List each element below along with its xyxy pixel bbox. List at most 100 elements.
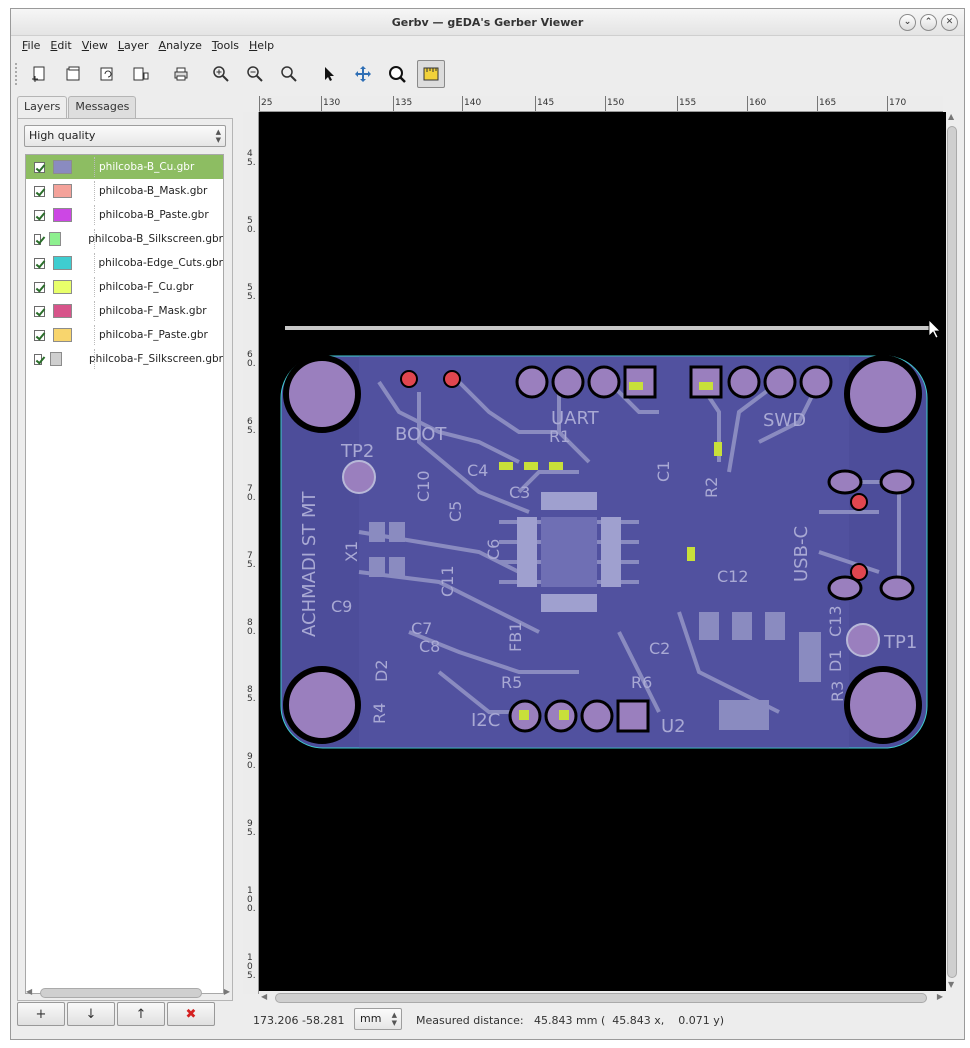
ruler-label: 5 5.	[247, 283, 256, 302]
silk-label: R3	[828, 681, 847, 702]
scroll-up-icon[interactable]: ▲	[948, 112, 954, 121]
ruler-tick	[393, 96, 394, 111]
layer-color-swatch[interactable]	[53, 184, 72, 198]
tab-layers[interactable]: Layers	[17, 96, 68, 119]
scrollbar-thumb[interactable]	[275, 993, 927, 1003]
close-button[interactable]: ✕	[941, 14, 958, 31]
menu-edit[interactable]: Edit	[45, 37, 76, 55]
silk-label: UART	[551, 408, 600, 429]
save-as-icon[interactable]	[127, 60, 155, 88]
ruler-label: 145	[537, 98, 555, 108]
layer-visible-checkbox[interactable]	[34, 353, 42, 365]
menu-analyze[interactable]: Analyze	[154, 37, 207, 55]
layer-color-swatch[interactable]	[52, 256, 72, 270]
new-project-icon[interactable]	[25, 60, 53, 88]
scroll-left-icon[interactable]: ◀	[261, 992, 267, 1001]
layer-color-swatch[interactable]	[49, 232, 62, 246]
ruler-tick	[535, 96, 536, 111]
layer-color-swatch[interactable]	[49, 352, 62, 366]
pan-tool-icon[interactable]	[349, 60, 377, 88]
silk-label: R6	[631, 673, 652, 692]
open-project-icon[interactable]	[59, 60, 87, 88]
scroll-right-icon[interactable]: ▶	[224, 987, 230, 996]
layer-list-hscrollbar[interactable]: ◀ ▶	[24, 987, 230, 999]
ruler-label: 135	[395, 98, 413, 108]
minimize-button[interactable]: ⌄	[899, 14, 916, 31]
scrollbar-thumb[interactable]	[40, 988, 202, 998]
maximize-button[interactable]: ⌃	[920, 14, 937, 31]
zoom-in-icon[interactable]	[207, 60, 235, 88]
scroll-down-icon[interactable]: ▼	[948, 980, 954, 989]
layer-color-swatch[interactable]	[53, 208, 72, 222]
layer-name: philcoba-F_Cu.gbr	[99, 281, 194, 293]
column-divider	[94, 157, 95, 177]
measured-distance: Measured distance: 45.843 mm ( 45.843 x,…	[416, 1014, 724, 1027]
silk-label: C6	[484, 539, 503, 560]
layer-row[interactable]: philcoba-B_Mask.gbr	[26, 179, 223, 203]
layer-row[interactable]: philcoba-F_Paste.gbr	[26, 323, 223, 347]
silk-label: FB1	[506, 622, 525, 652]
scroll-right-icon[interactable]: ▶	[937, 992, 943, 1001]
silk-label: USB-C	[791, 526, 812, 582]
layer-visible-checkbox[interactable]	[34, 161, 45, 173]
layer-visible-checkbox[interactable]	[34, 281, 45, 293]
ruler-label: 8 5.	[247, 685, 256, 704]
scrollbar-thumb[interactable]	[947, 126, 957, 978]
layer-row[interactable]: philcoba-Edge_Cuts.gbr	[26, 251, 223, 275]
silk-label: BOOT	[395, 424, 447, 445]
ruler-label: 1 0 0.	[247, 886, 256, 914]
layer-visible-checkbox[interactable]	[34, 209, 45, 221]
silk-label: C5	[446, 501, 465, 522]
zoom-out-icon[interactable]	[241, 60, 269, 88]
canvas-vscrollbar[interactable]: ▲ ▼	[946, 112, 958, 992]
layer-visible-checkbox[interactable]	[34, 257, 45, 269]
render-quality-select[interactable]: High quality ▲ ▼	[24, 125, 226, 147]
ruler-tick	[747, 96, 748, 111]
silk-label: D2	[372, 660, 391, 683]
silk-label: C7	[411, 619, 432, 638]
canvas-hscrollbar[interactable]: ◀ ▶	[259, 992, 943, 1004]
pointer-tool-icon[interactable]	[315, 60, 343, 88]
layer-visible-checkbox[interactable]	[34, 329, 45, 341]
silk-label: C4	[467, 461, 488, 480]
revert-icon[interactable]	[93, 60, 121, 88]
layer-color-swatch[interactable]	[53, 304, 72, 318]
menu-tools[interactable]: Tools	[207, 37, 244, 55]
tab-messages[interactable]: Messages	[68, 96, 137, 118]
ruler-label: 160	[749, 98, 767, 108]
silk-label: SWD	[763, 410, 806, 431]
silk-label: C2	[649, 639, 670, 658]
layer-row[interactable]: philcoba-B_Paste.gbr	[26, 203, 223, 227]
test-point-tp2	[342, 460, 376, 494]
drawing-canvas[interactable]: BOOT UART R1 SWD TP2 C4 C3 C1 R2 USB-C X…	[259, 112, 946, 991]
layer-visible-checkbox[interactable]	[34, 185, 45, 197]
layer-row[interactable]: philcoba-F_Cu.gbr	[26, 275, 223, 299]
menu-layer[interactable]: Layer	[113, 37, 154, 55]
layer-row[interactable]: philcoba-B_Cu.gbr	[26, 155, 223, 179]
menu-view[interactable]: View	[77, 37, 113, 55]
scroll-left-icon[interactable]: ◀	[26, 987, 32, 996]
layer-color-swatch[interactable]	[53, 328, 72, 342]
toolbar-grip[interactable]	[15, 63, 19, 85]
layer-row[interactable]: philcoba-B_Silkscreen.gbr	[26, 227, 223, 251]
print-icon[interactable]	[167, 60, 195, 88]
menu-help[interactable]: Help	[244, 37, 279, 55]
zoom-fit-icon[interactable]	[275, 60, 303, 88]
window-title: Gerbv — gEDA's Gerber Viewer	[391, 16, 584, 29]
ruler-label: 6 5.	[247, 417, 256, 436]
sidebar-tabs: Layers Messages	[17, 96, 137, 119]
layer-row[interactable]: philcoba-F_Silkscreen.gbr	[26, 347, 223, 371]
layer-row[interactable]: philcoba-F_Mask.gbr	[26, 299, 223, 323]
layer-visible-checkbox[interactable]	[34, 305, 45, 317]
vertical-ruler: 4 5. 5 0. 5 5. 6 0. 6 5. 7 0. 7 5. 8 0. 8 5. 9 0.…	[243, 112, 259, 994]
silk-label: I2C	[471, 710, 500, 731]
menu-file[interactable]: File	[17, 37, 45, 55]
app-window: Gerbv — gEDA's Gerber Viewer ⌄ ⌃ ✕ File …	[10, 8, 965, 1040]
zoom-tool-icon[interactable]	[383, 60, 411, 88]
layer-color-swatch[interactable]	[53, 280, 72, 294]
measure-tool-icon[interactable]	[417, 60, 445, 88]
unit-select[interactable]: mm ▲ ▼	[354, 1008, 402, 1030]
layer-color-swatch[interactable]	[53, 160, 72, 174]
ruler-label: 155	[679, 98, 697, 108]
layer-visible-checkbox[interactable]	[34, 233, 42, 245]
